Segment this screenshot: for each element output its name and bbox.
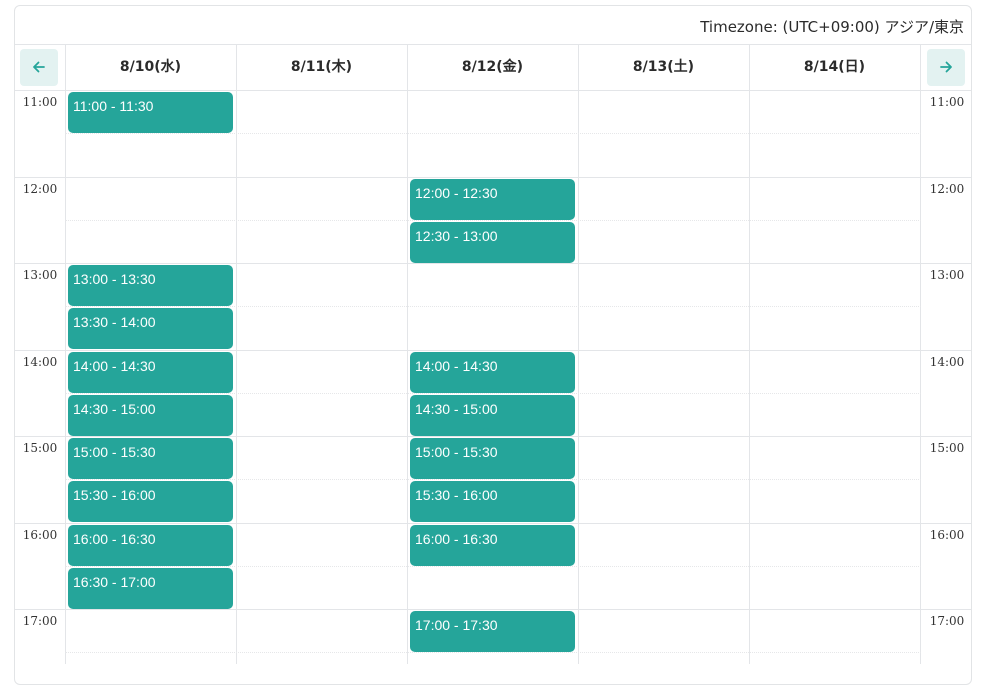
half-hour-line [65,220,921,221]
day-header: 8/12(金) [461,59,524,75]
hour-line [15,263,971,264]
time-slot-button[interactable]: 15:00 - 15:30 [410,438,575,479]
half-hour-line [65,566,921,567]
time-slot-button[interactable]: 12:00 - 12:30 [410,179,575,220]
timezone-label[interactable]: Timezone: (UTC+09:00) アジア/東京 [700,16,964,37]
prev-week-button[interactable] [20,49,58,86]
arrow-right-icon [940,61,952,73]
time-label-left: 11:00 [22,95,58,109]
time-slot-button[interactable]: 17:00 - 17:30 [410,611,575,652]
time-label-left: 13:00 [22,268,58,282]
next-week-button[interactable] [927,49,965,86]
grid-column-line [920,44,921,664]
grid-column-line [749,44,750,664]
time-slot-button[interactable]: 13:30 - 14:00 [68,308,233,349]
half-hour-line [65,306,921,307]
time-slot-button[interactable]: 14:30 - 15:00 [68,395,233,436]
hour-line [15,523,971,524]
grid-line [15,90,971,91]
time-slot-button[interactable]: 16:30 - 17:00 [68,568,233,609]
time-slot-button[interactable]: 15:30 - 16:00 [68,481,233,522]
half-hour-line [65,393,921,394]
time-label-left: 12:00 [22,182,58,196]
day-header: 8/10(水) [119,59,182,75]
timezone-bar: Timezone: (UTC+09:00) アジア/東京 [14,5,972,44]
day-header: 8/14(日) [803,59,866,75]
hour-line [15,609,971,610]
time-slot-button[interactable]: 14:30 - 15:00 [410,395,575,436]
day-header: 8/13(土) [632,59,695,75]
arrow-left-icon [33,61,45,73]
grid-column-line [65,44,66,664]
hour-line [15,177,971,178]
time-slot-button[interactable]: 13:00 - 13:30 [68,265,233,306]
half-hour-line [65,652,921,653]
time-slot-button[interactable]: 16:00 - 16:30 [410,525,575,566]
time-label-left: 14:00 [22,355,58,369]
hour-line [15,436,971,437]
time-label-right: 14:00 [929,355,965,369]
grid-column-line [236,44,237,664]
time-slot-button[interactable]: 14:00 - 14:30 [68,352,233,393]
time-label-right: 11:00 [929,95,965,109]
time-label-right: 15:00 [929,441,965,455]
grid-column-line [578,44,579,664]
time-label-left: 17:00 [22,614,58,628]
time-slot-button[interactable]: 16:00 - 16:30 [68,525,233,566]
half-hour-line [65,479,921,480]
hour-line [15,350,971,351]
time-label-right: 12:00 [929,182,965,196]
time-slot-button[interactable]: 11:00 - 11:30 [68,92,233,133]
half-hour-line [65,133,921,134]
time-label-left: 15:00 [22,441,58,455]
time-label-left: 16:00 [22,528,58,542]
time-label-right: 16:00 [929,528,965,542]
grid-column-line [407,44,408,664]
time-slot-button[interactable]: 15:00 - 15:30 [68,438,233,479]
time-slot-button[interactable]: 15:30 - 16:00 [410,481,575,522]
time-slot-button[interactable]: 14:00 - 14:30 [410,352,575,393]
time-label-right: 17:00 [929,614,965,628]
time-label-right: 13:00 [929,268,965,282]
time-slot-button[interactable]: 12:30 - 13:00 [410,222,575,263]
day-header: 8/11(木) [290,59,353,75]
